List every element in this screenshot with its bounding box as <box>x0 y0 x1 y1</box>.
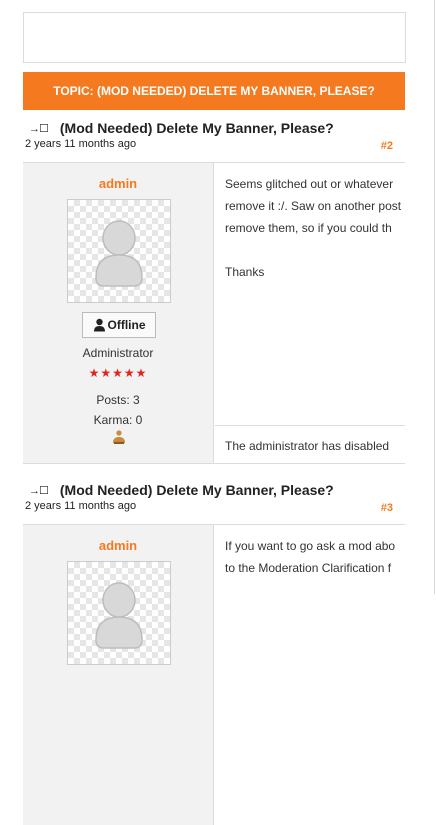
post-date: 2 years 11 months ago <box>25 500 137 512</box>
topic-title: TOPIC: (MOD NEEDED) DELETE MY BANNER, PL… <box>53 84 375 98</box>
message-text: If you want to go ask a mod abo to the M… <box>225 539 396 575</box>
post-title: (Mod Needed) Delete My Banner, Please? <box>59 120 334 136</box>
username-link[interactable]: admin <box>23 538 213 553</box>
user-role: Administrator <box>82 346 154 360</box>
message-column: Seems glitched out or whatever remove it… <box>215 163 405 463</box>
post-body: admin If you want to go ask a mod abo to… <box>23 525 405 825</box>
post-header: →☐ (Mod Needed) Delete My Banner, Please… <box>23 110 405 163</box>
post-date: 2 years 11 months ago <box>25 138 137 150</box>
post-count: Posts: 3 <box>96 393 140 407</box>
user-profile-column: admin Offline Administrator ★★★★★ Posts:… <box>23 163 214 463</box>
default-avatar-icon <box>95 220 143 287</box>
message-column: If you want to go ask a mod abo to the M… <box>215 525 405 825</box>
topic-header: TOPIC: (MOD NEEDED) DELETE MY BANNER, PL… <box>23 72 405 110</box>
person-icon <box>93 318 105 332</box>
post-header: →☐ (Mod Needed) Delete My Banner, Please… <box>23 472 405 525</box>
karma-count: Karma: 0 <box>93 413 143 427</box>
avatar[interactable] <box>67 199 171 303</box>
post-title-link[interactable]: →☐ (Mod Needed) Delete My Banner, Please… <box>29 482 334 498</box>
link-arrow-icon: →☐ <box>29 122 49 135</box>
post-title-link[interactable]: →☐ (Mod Needed) Delete My Banner, Please… <box>29 120 334 136</box>
post-number-link[interactable]: #2 <box>381 140 393 152</box>
rank-stars: ★★★★★ <box>88 366 148 380</box>
page-edge-divider <box>434 0 435 594</box>
avatar[interactable] <box>67 561 171 665</box>
top-panel <box>23 12 406 63</box>
username-link[interactable]: admin <box>23 176 213 191</box>
signature-divider <box>215 425 405 426</box>
status-badge[interactable]: Offline <box>82 312 156 338</box>
post: →☐ (Mod Needed) Delete My Banner, Please… <box>23 110 405 473</box>
post-body: admin Offline Administrator ★★★★★ Posts:… <box>23 163 405 473</box>
status-label: Offline <box>107 318 146 332</box>
post-title: (Mod Needed) Delete My Banner, Please? <box>59 482 334 498</box>
default-avatar-icon <box>95 582 143 649</box>
post-number-link[interactable]: #3 <box>381 502 393 514</box>
signature-text: The administrator has disabled <box>225 439 390 453</box>
user-profile-column: admin <box>23 525 214 825</box>
post: →☐ (Mod Needed) Delete My Banner, Please… <box>23 472 405 825</box>
link-arrow-icon: →☐ <box>29 484 49 497</box>
post-divider <box>23 463 405 464</box>
gender-icon <box>113 430 125 444</box>
message-text: Seems glitched out or whatever remove it… <box>225 177 402 279</box>
